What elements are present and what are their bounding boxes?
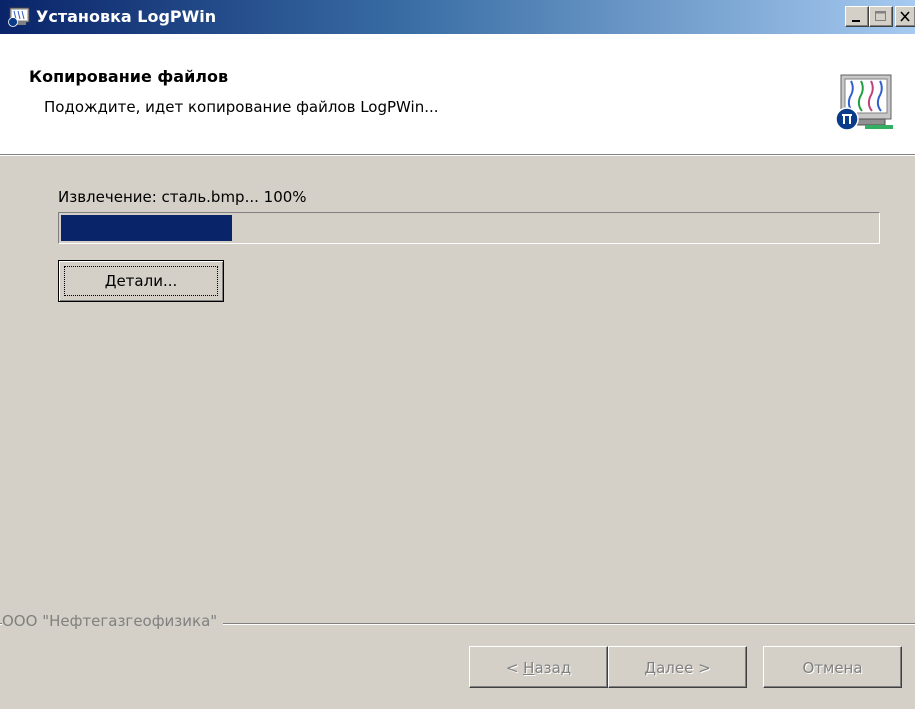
window-title: Установка LogPWin (36, 7, 217, 26)
cancel-button-label: Отмена (802, 659, 863, 677)
minimize-icon (852, 20, 860, 22)
app-icon (8, 7, 30, 27)
maximize-icon (875, 11, 886, 21)
back-button[interactable]: < Назад (469, 646, 608, 688)
company-label: ООО "Нефтегазгеофизика" (2, 612, 224, 630)
details-button[interactable]: Детали... (58, 260, 224, 302)
next-button-label: Далее > (644, 659, 711, 677)
installer-window: Установка LogPWin Копирование файлов Под… (0, 0, 915, 709)
page-subtitle: Подождите, идет копирование файлов LogPW… (44, 98, 439, 116)
installer-logo-icon (835, 73, 895, 133)
next-button[interactable]: Далее > (608, 646, 747, 688)
minimize-button[interactable] (845, 6, 869, 27)
progress-status-text: Извлечение: сталь.bmp... 100% (58, 188, 307, 206)
cancel-button[interactable]: Отмена (763, 646, 902, 688)
header-divider-highlight (0, 155, 915, 156)
close-icon (900, 11, 910, 22)
title-bar[interactable]: Установка LogPWin (0, 0, 915, 34)
progress-bar (58, 212, 880, 244)
details-button-label: Детали... (104, 272, 178, 290)
wizard-header: Копирование файлов Подождите, идет копир… (0, 34, 915, 154)
page-title: Копирование файлов (29, 67, 229, 86)
maximize-button[interactable] (869, 6, 893, 27)
progress-bar-fill (61, 215, 232, 241)
back-button-label: < Назад (505, 659, 572, 677)
close-button[interactable] (895, 6, 915, 27)
